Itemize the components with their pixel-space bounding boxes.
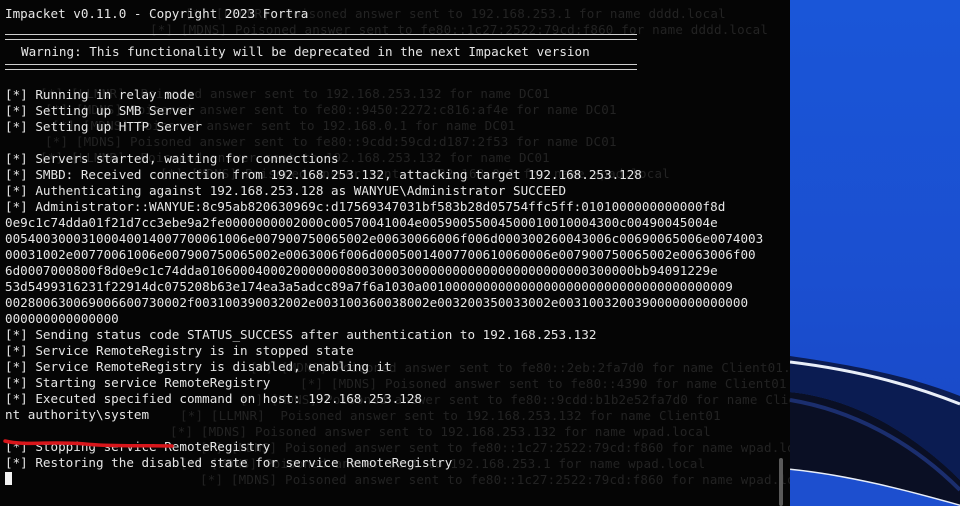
ntlmv2-hash-line: 53d5499316231f22914dc075208b63e174ea3a5a… — [5, 279, 733, 294]
log-line: [*] Running in relay mode — [5, 87, 195, 102]
log-line: [*] Servers started, waiting for connect… — [5, 151, 339, 166]
ntlmv2-hash-line: 00540030003100040014007700061006e0079007… — [5, 231, 764, 246]
ntlmv2-hash-line: 000000000000000 — [5, 311, 119, 326]
wallpaper-swoosh — [790, 356, 960, 506]
log-line: [*] Service RemoteRegistry is in stopped… — [5, 343, 354, 358]
ntlmv2-hash-line: [*] Administrator::WANYUE:8c95ab82063096… — [5, 199, 726, 214]
log-line: [*] Authenticating against 192.168.253.1… — [5, 183, 567, 198]
log-line: [*] Executed specified command on host: … — [5, 391, 423, 406]
terminal-window[interactable]: [*] [LLMNR] Poisoned answer sent to 192.… — [0, 0, 790, 506]
scrollbar-thumb[interactable] — [779, 458, 783, 506]
deprecation-warning: Warning: This functionality will be depr… — [21, 44, 590, 59]
log-line: [*] Setting up SMB Server — [5, 103, 195, 118]
warning-top-rule — [5, 34, 637, 40]
prompt-line[interactable] — [5, 471, 777, 487]
ntlmv2-hash-line: 0e9c1c74dda01f21d7cc3ebe9a2fe00000000020… — [5, 215, 718, 230]
text-cursor — [5, 472, 12, 485]
log-line: [*] Restoring the disabled state for ser… — [5, 455, 453, 470]
warning-bottom-rule — [5, 64, 637, 70]
log-line: [*] Starting service RemoteRegistry — [5, 375, 271, 390]
log-line: [*] Stopping service RemoteRegistry — [5, 439, 271, 454]
ntlmv2-hash-line: 002800630069006600730002f003100390032002… — [5, 295, 749, 310]
impacket-banner: Impacket v0.11.0 - Copyright 2023 Fortra — [5, 6, 309, 21]
log-line: [*] Sending status code STATUS_SUCCESS a… — [5, 327, 597, 342]
terminal-scrollbar[interactable] — [776, 0, 788, 506]
command-output: nt authority\system — [5, 407, 150, 422]
log-line: [*] Setting up HTTP Server — [5, 119, 203, 134]
desktop-wallpaper — [790, 0, 960, 506]
terminal-output: Impacket v0.11.0 - Copyright 2023 Fortra… — [5, 0, 777, 487]
ntlmv2-hash-line: 6d0007000800f8d0e9c1c74dda01060004000200… — [5, 263, 718, 278]
log-line: [*] Service RemoteRegistry is disabled, … — [5, 359, 392, 374]
log-line: [*] SMBD: Received connection from 192.1… — [5, 167, 642, 182]
ntlmv2-hash-line: 00031002e00770061006e007900750065002e006… — [5, 247, 756, 262]
